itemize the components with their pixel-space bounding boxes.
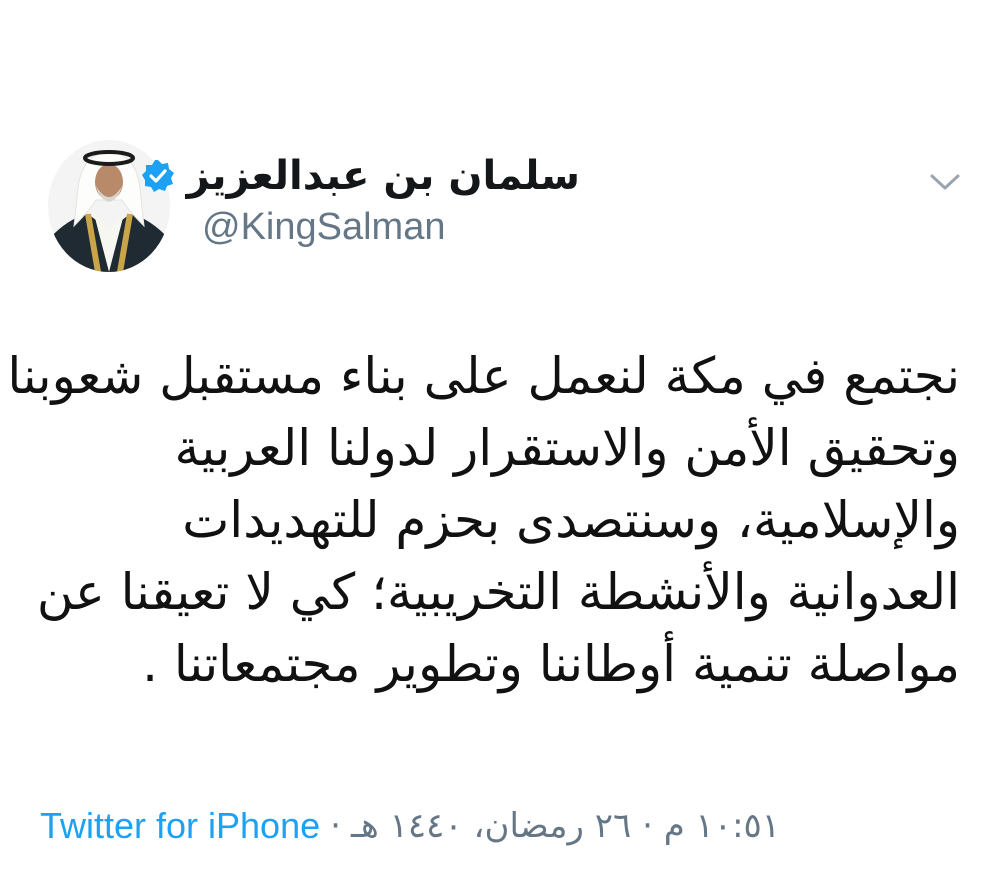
tweet-text: نجتمع في مكة لنعمل على بناء مستقبل شعوبن…: [0, 340, 960, 700]
meta-separator: ·: [330, 806, 341, 846]
tweet-text-line: مواصلة تنمية أوطاننا وتطوير مجتمعاتنا .: [142, 635, 960, 693]
tweet-text-line: نجتمع في مكة لنعمل على بناء مستقبل شعوبن…: [0, 347, 960, 405]
tweet-text-line: العدوانية والأنشطة التخريبية؛ كي لا تعيق…: [36, 563, 960, 621]
tweet-meta: Twitter for iPhone · ١٠:٥١ م · ٢٦ رمضان،…: [40, 796, 780, 856]
tweet-card: سلمان بن عبدالعزيز @KingSalman نجتمع في …: [0, 0, 1000, 882]
chevron-down-icon[interactable]: [928, 170, 962, 194]
tweet-text-line: وتحقيق الأمن والاستقرار لدولنا العربية: [174, 419, 960, 477]
display-name[interactable]: سلمان بن عبدالعزيز: [187, 156, 580, 196]
tweet-text-line: والإسلامية، وسنتصدى بحزم للتهديدات: [182, 491, 960, 549]
user-handle[interactable]: @KingSalman: [202, 206, 445, 249]
tweet-timestamp[interactable]: ١٠:٥١ م · ٢٦ رمضان، ١٤٤٠ هـ: [351, 806, 780, 846]
tweet-header: سلمان بن عبدالعزيز: [141, 148, 580, 204]
verified-badge-icon: [141, 160, 174, 192]
name-row: سلمان بن عبدالعزيز: [141, 148, 580, 204]
source-link[interactable]: Twitter for iPhone: [40, 805, 320, 847]
